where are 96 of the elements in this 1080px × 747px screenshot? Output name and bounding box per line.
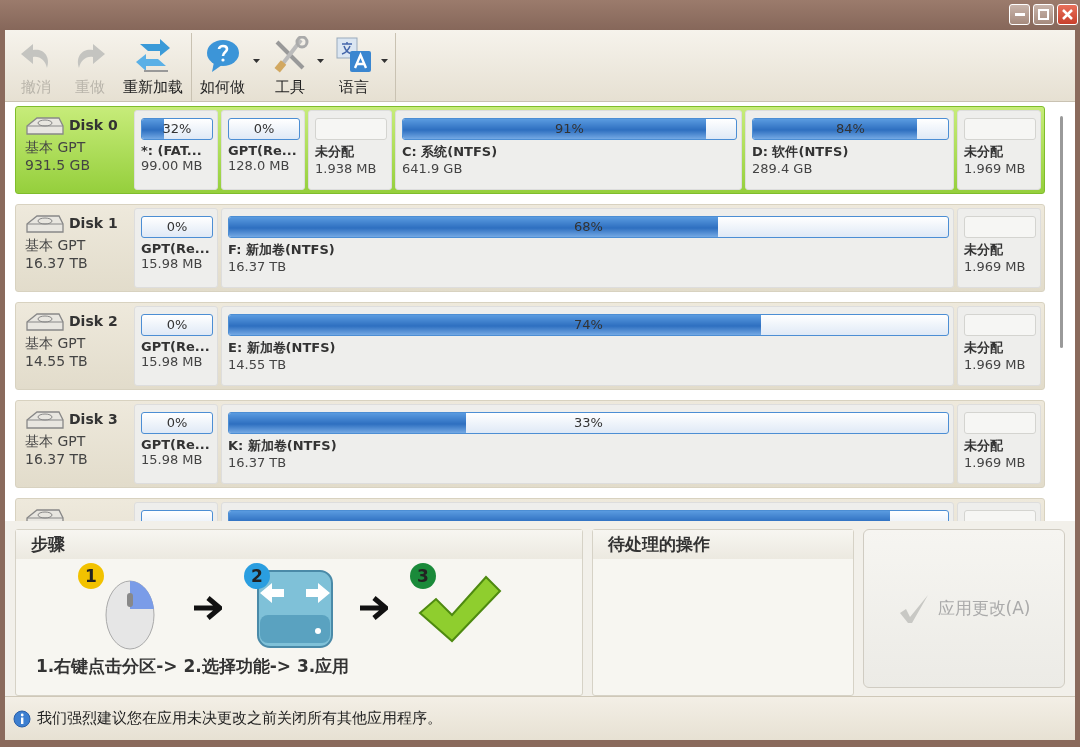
partition-size: 128.0 MB xyxy=(228,158,290,173)
usage-percent: 74% xyxy=(573,316,604,334)
partition-size: 1.938 MB xyxy=(315,161,377,176)
partition-label: E: 新加卷(NTFS) xyxy=(228,339,336,357)
partition-block[interactable]: 68% F: 新加卷(NTFS) 16.37 TB xyxy=(221,208,954,288)
usage-percent: 33% xyxy=(573,414,604,432)
partition-block[interactable]: 未分配 1.969 MB xyxy=(957,306,1041,386)
close-button[interactable] xyxy=(1057,4,1078,25)
partition-label: 未分配 xyxy=(964,437,1003,455)
partition-size: 1.969 MB xyxy=(964,455,1026,470)
partition-size: 1.969 MB xyxy=(964,259,1026,274)
arrow-icon xyxy=(358,594,388,622)
partition-label: K: 新加卷(NTFS) xyxy=(228,437,337,455)
partition-label: D: 软件(NTFS) xyxy=(751,143,849,161)
partition-size: 16.37 TB xyxy=(228,455,287,470)
partition-label: GPT(Re... xyxy=(228,143,297,158)
partition-block[interactable]: 未分配 1.969 MB xyxy=(957,404,1041,484)
partition-size: 289.4 GB xyxy=(751,161,813,176)
partition-block[interactable]: 0% GPT(Re... 15.98 MB xyxy=(134,208,218,288)
language-button[interactable]: 语言 xyxy=(329,33,393,101)
partition-block[interactable]: 84% D: 软件(NTFS) 289.4 GB xyxy=(744,110,954,190)
disk-size: 14.55 TB xyxy=(25,352,89,370)
info-icon xyxy=(13,709,31,728)
usage-bar xyxy=(964,118,1036,140)
partition-label: GPT(Re... xyxy=(141,437,210,452)
disk-name: Disk 0 xyxy=(69,117,118,133)
maximize-button[interactable] xyxy=(1033,4,1054,25)
partition-block[interactable]: 未分配 1.938 MB xyxy=(308,110,392,190)
help-button[interactable]: 如何做 xyxy=(194,33,265,101)
partition-label: GPT(Re... xyxy=(141,339,210,354)
partition-size: 15.98 MB xyxy=(141,354,203,369)
partition-block[interactable]: 0% GPT(Re... 128.0 MB xyxy=(221,110,305,190)
disk-type: 基本 GPT xyxy=(25,138,87,156)
partition-block[interactable]: 0% GPT(Re... 15.98 MB xyxy=(134,404,218,484)
disk-size: 931.5 GB xyxy=(25,156,91,174)
partition-label: F: 新加卷(NTFS) xyxy=(228,241,335,259)
close-icon xyxy=(1062,9,1073,20)
usage-bar xyxy=(964,216,1036,238)
partition-size: 1.969 MB xyxy=(964,161,1026,176)
usage-percent: 0% xyxy=(165,414,189,432)
usage-bar xyxy=(964,412,1036,434)
partition-label: GPT(Re... xyxy=(141,241,210,256)
step-number: 2 xyxy=(244,563,270,589)
disk-row[interactable]: Disk 2 基本 GPT 14.55 TB 0% GPT(Re... 15.98 MB 74% E: 新加卷(NTFS) 14.55 TB 未分配 1.969 MB xyxy=(15,302,1045,390)
disk-name: Disk 2 xyxy=(69,313,118,329)
partition-label: *: (FAT... xyxy=(141,143,202,158)
partition-block[interactable]: 0% GPT(Re... 15.98 MB xyxy=(134,306,218,386)
partition-size: 99.00 MB xyxy=(141,158,203,173)
maximize-icon xyxy=(1038,9,1049,20)
usage-percent: 0% xyxy=(252,120,276,138)
panel-title: 待处理的操作 xyxy=(593,530,853,559)
disk-row[interactable]: Disk 3 基本 GPT 16.37 TB 0% GPT(Re... 15.98 MB 33% K: 新加卷(NTFS) 16.37 TB 未分配 1.969 MB xyxy=(15,400,1045,488)
partition-block[interactable]: 未分配 1.969 MB xyxy=(957,208,1041,288)
minimize-icon xyxy=(1014,13,1025,16)
minimize-button[interactable] xyxy=(1009,4,1030,25)
partition-block[interactable]: 33% K: 新加卷(NTFS) 16.37 TB xyxy=(221,404,954,484)
steps-caption: 1.右键点击分区-> 2.选择功能-> 3.应用 xyxy=(35,655,351,678)
partition-size: 16.37 TB xyxy=(228,259,287,274)
disk-name: Disk 3 xyxy=(69,411,118,427)
step-number: 3 xyxy=(410,563,436,589)
translate-icon xyxy=(335,36,373,74)
status-message: 我们强烈建议您在应用未决更改之前关闭所有其他应用程序。 xyxy=(37,709,442,728)
partition-label: 未分配 xyxy=(964,143,1003,161)
partition-label: 未分配 xyxy=(964,241,1003,259)
partition-size: 641.9 GB xyxy=(402,161,463,176)
disk-size: 16.37 TB xyxy=(25,450,89,468)
partition-size: 1.969 MB xyxy=(964,357,1026,372)
usage-percent: 68% xyxy=(573,218,604,236)
disk-type: 基本 GPT xyxy=(25,236,87,254)
partition-label: C: 系统(NTFS) xyxy=(402,143,498,161)
disk-type: 基本 GPT xyxy=(25,334,87,352)
partition-block[interactable]: 未分配 1.969 MB xyxy=(957,110,1041,190)
partition-size: 14.55 TB xyxy=(228,357,287,372)
usage-percent: 0% xyxy=(165,316,189,334)
partition-label: 未分配 xyxy=(964,339,1003,357)
tools-button[interactable]: 工具 xyxy=(265,33,329,101)
partition-label: 未分配 xyxy=(315,143,354,161)
usage-percent: 84% xyxy=(835,120,866,138)
disk-name: Disk 1 xyxy=(69,215,118,231)
partition-size: 15.98 MB xyxy=(141,452,203,467)
disk-row[interactable]: Disk 1 基本 GPT 16.37 TB 0% GPT(Re... 15.98 MB 68% F: 新加卷(NTFS) 16.37 TB 未分配 1.969 MB xyxy=(15,204,1045,292)
reload-arrows-icon xyxy=(134,36,172,74)
partition-size: 15.98 MB xyxy=(141,256,203,271)
disk-type: 基本 GPT xyxy=(25,432,87,450)
usage-percent: 91% xyxy=(554,120,585,138)
arrow-icon xyxy=(192,594,222,622)
panel-title: 步骤 xyxy=(16,530,582,559)
usage-percent: 0% xyxy=(165,218,189,236)
partition-block[interactable]: 74% E: 新加卷(NTFS) 14.55 TB xyxy=(221,306,954,386)
scrollbar[interactable] xyxy=(1060,116,1063,348)
step-number: 1 xyxy=(78,563,104,589)
disk-size: 16.37 TB xyxy=(25,254,89,272)
usage-bar xyxy=(315,118,387,140)
usage-bar xyxy=(964,314,1036,336)
partition-block[interactable]: 91% C: 系统(NTFS) 641.9 GB xyxy=(395,110,742,190)
reload-button[interactable]: 重新加载 xyxy=(117,33,189,101)
